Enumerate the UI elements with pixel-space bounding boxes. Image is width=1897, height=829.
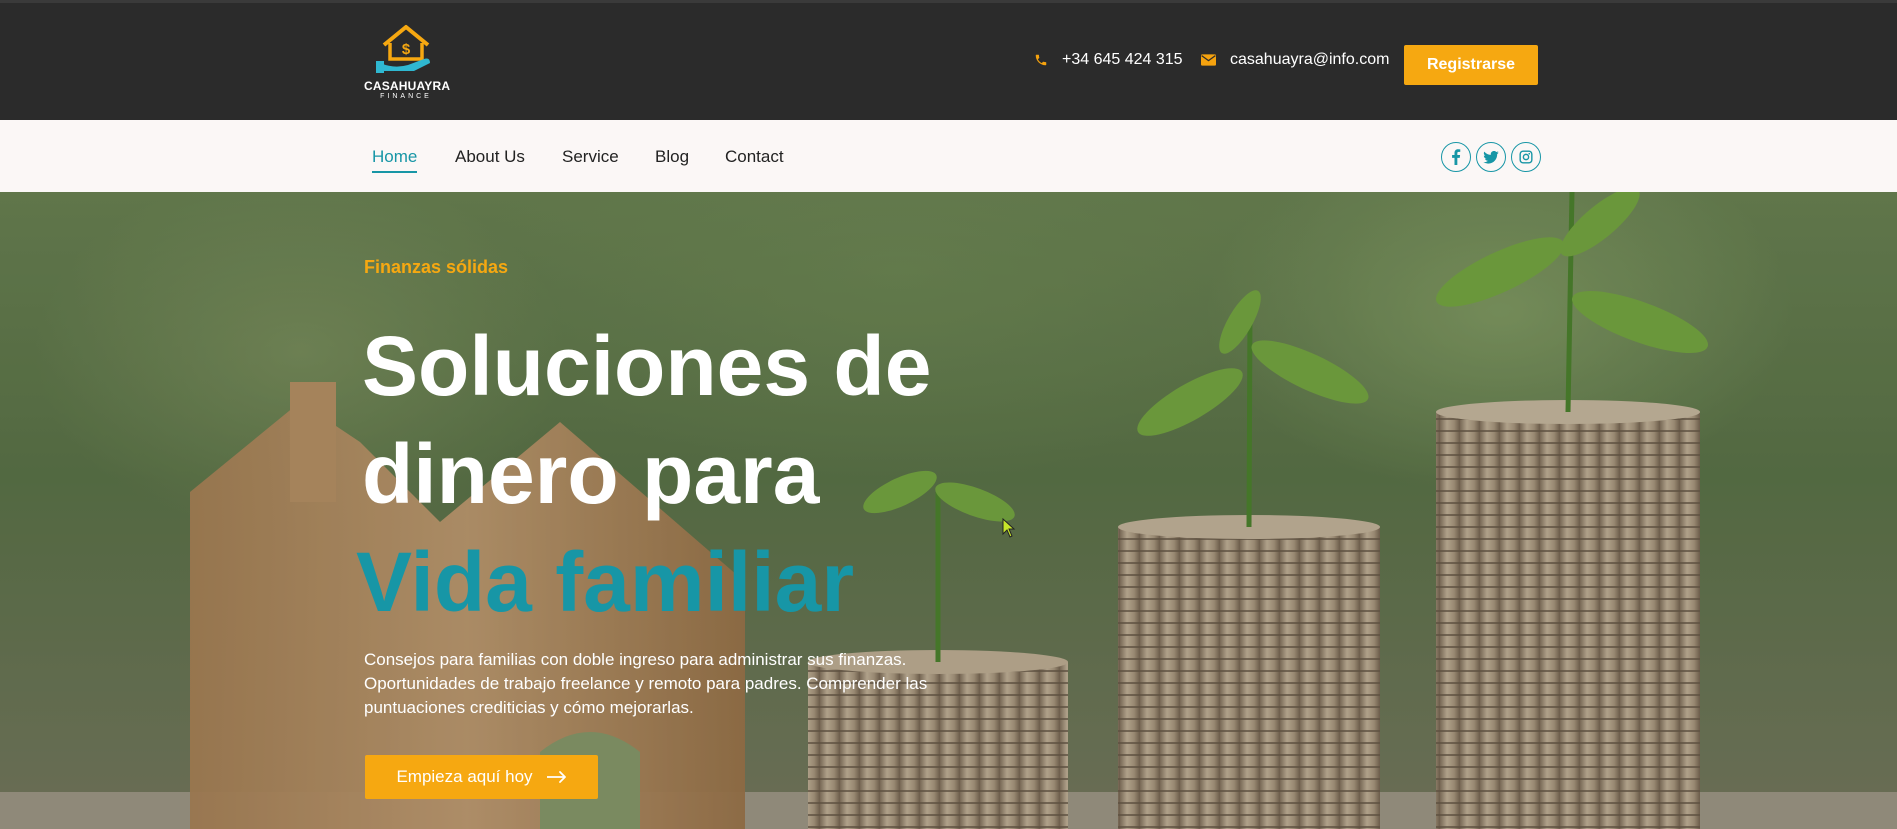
nav-item-contact[interactable]: Contact bbox=[725, 147, 784, 167]
hero-description: Consejos para familias con doble ingreso… bbox=[364, 650, 928, 717]
hero-eyebrow: Finanzas sólidas bbox=[364, 257, 509, 277]
email-address: casahuayra@info.com bbox=[1230, 51, 1390, 68]
hero-headline: Soluciones de dinero para bbox=[362, 312, 1062, 528]
get-started-label: Empieza aquí hoy bbox=[396, 767, 533, 786]
phone-icon bbox=[1034, 53, 1048, 67]
nav-item-service[interactable]: Service bbox=[562, 147, 619, 167]
hero-headline-accent: Vida familiar bbox=[356, 535, 855, 629]
nav-item-about-us[interactable]: About Us bbox=[455, 147, 525, 167]
brand-name: CASAHUAYRA bbox=[364, 79, 451, 93]
svg-text:$: $ bbox=[402, 41, 411, 58]
twitter-icon[interactable] bbox=[1476, 142, 1506, 172]
phone-contact[interactable]: +34 645 424 315 bbox=[1034, 51, 1183, 69]
house-dollar-hand-icon: $ bbox=[376, 25, 430, 73]
nav-item-home[interactable]: Home bbox=[372, 147, 418, 173]
facebook-icon[interactable] bbox=[1441, 142, 1471, 172]
envelope-icon bbox=[1201, 54, 1216, 66]
instagram-icon[interactable] bbox=[1511, 142, 1541, 172]
arrow-right-icon bbox=[546, 771, 566, 783]
email-contact[interactable]: casahuayra@info.com bbox=[1201, 51, 1389, 69]
top-bar: $ CASAHUAYRA FINANCE +34 645 424 315 cas… bbox=[0, 0, 1897, 120]
mouse-cursor-icon bbox=[1002, 518, 1016, 538]
get-started-button[interactable]: Empieza aquí hoy bbox=[365, 755, 598, 799]
hero-headline-line1: Soluciones de bbox=[362, 319, 932, 413]
brand-sub: FINANCE bbox=[380, 93, 432, 100]
logo[interactable]: $ CASAHUAYRA FINANCE bbox=[364, 23, 451, 103]
phone-number: +34 645 424 315 bbox=[1062, 51, 1183, 68]
register-button[interactable]: Registrarse bbox=[1404, 45, 1538, 85]
main-nav: Home About Us Service Blog Contact bbox=[0, 120, 1897, 192]
hero-section: Finanzas sólidas Soluciones de dinero pa… bbox=[0, 192, 1897, 829]
hero-headline-line2: dinero para bbox=[362, 427, 820, 521]
nav-item-blog[interactable]: Blog bbox=[655, 147, 689, 167]
